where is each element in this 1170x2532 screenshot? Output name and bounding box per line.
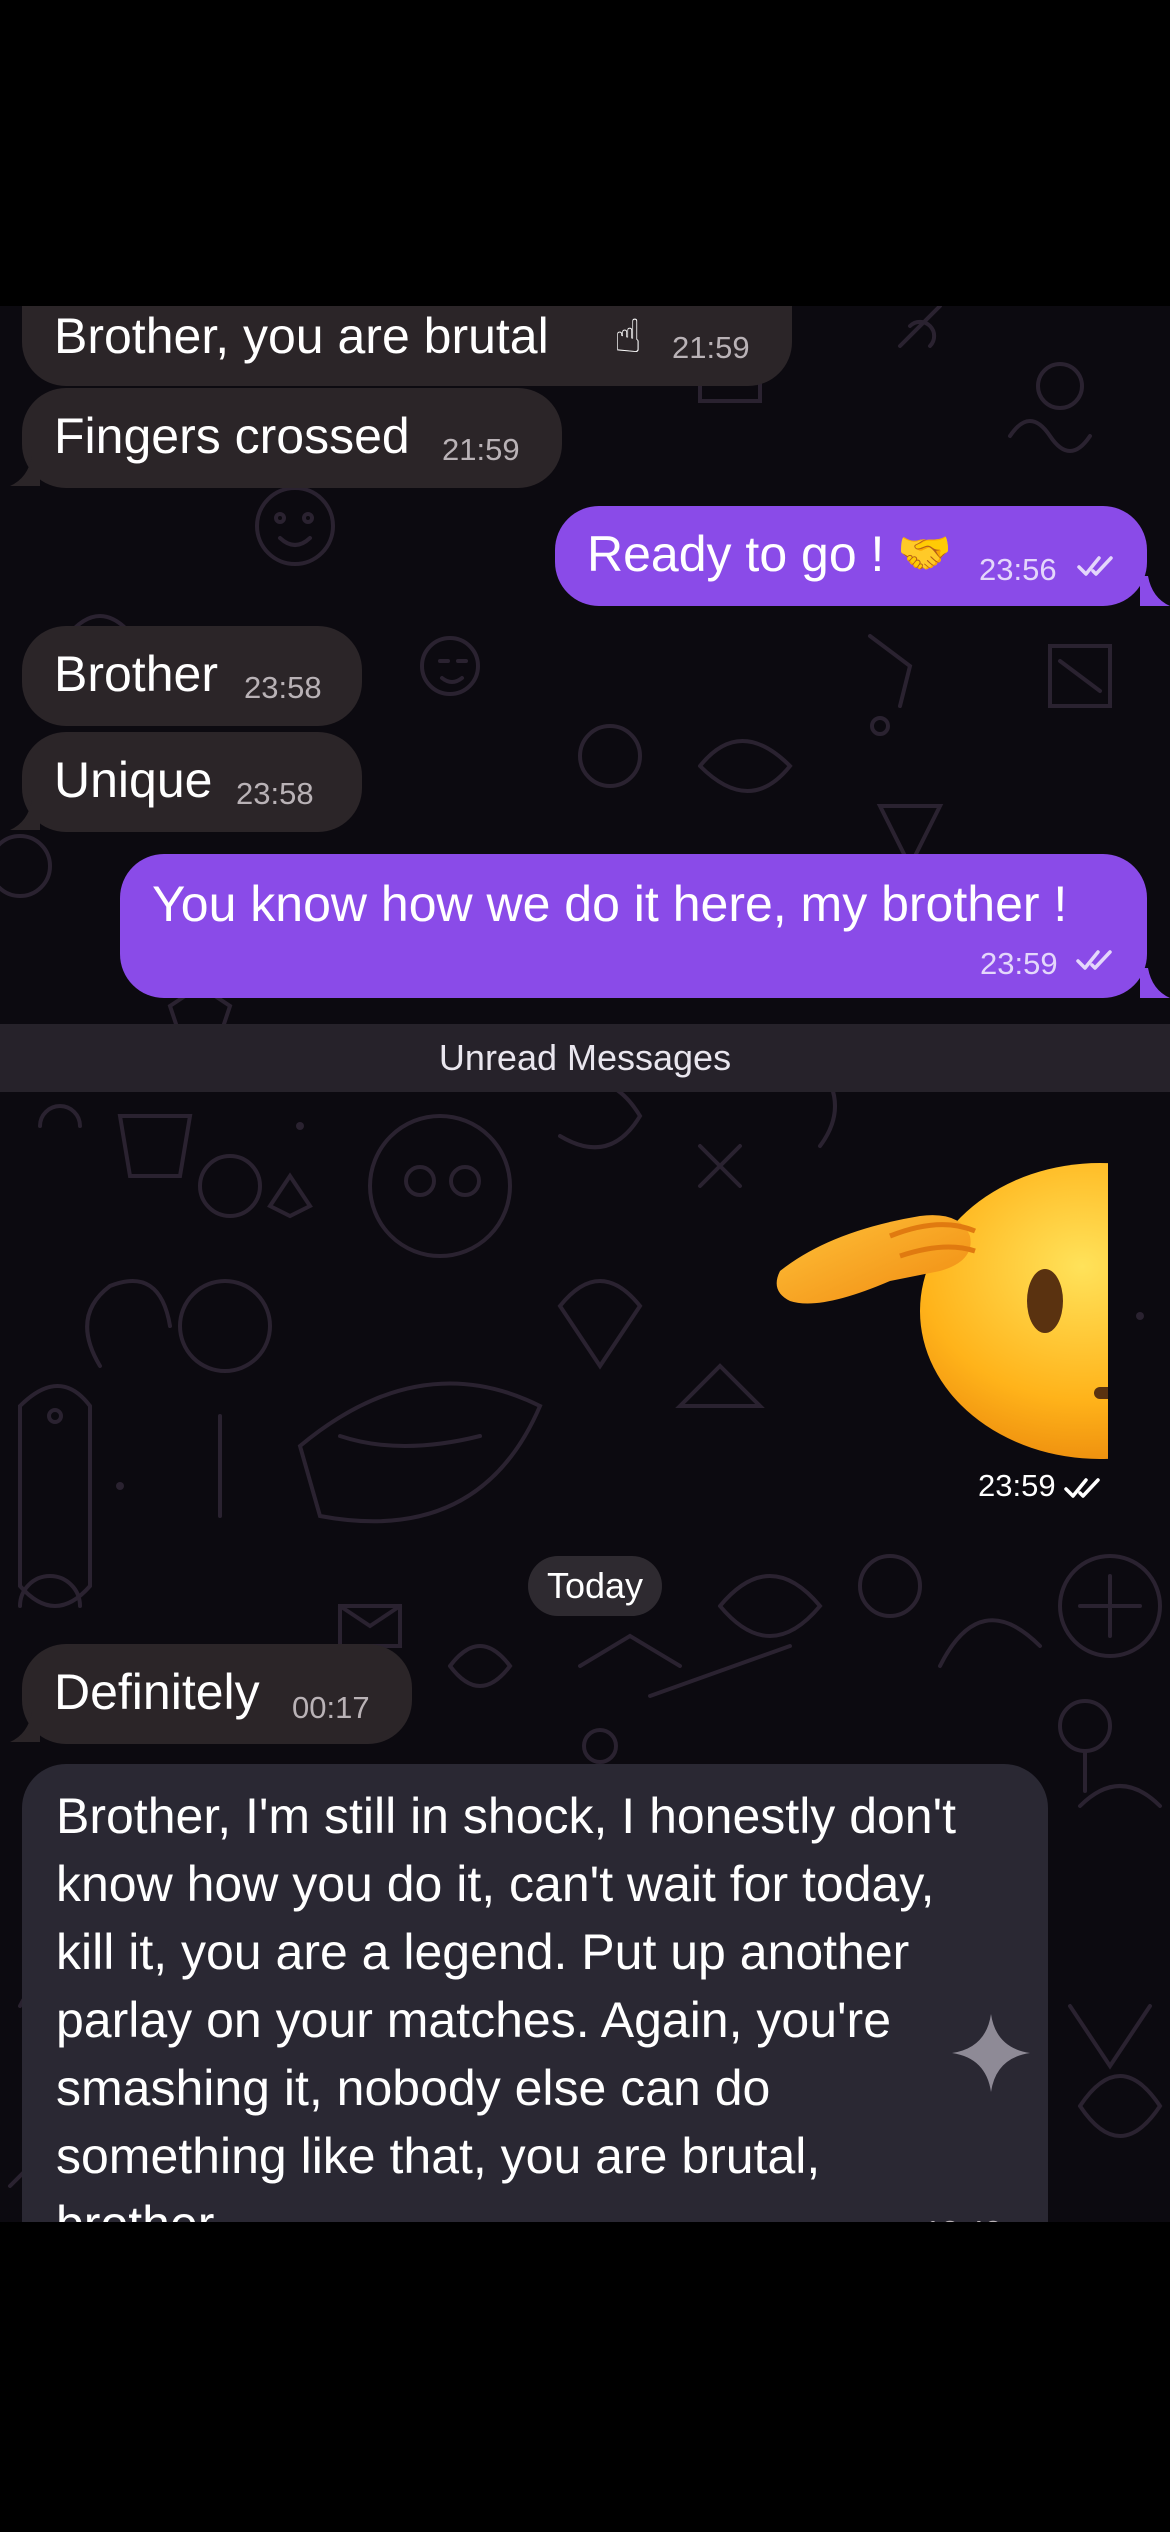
double-check-icon: [1076, 950, 1112, 970]
chat-area[interactable]: Brother, you are brutal ☝ 21:59 Fingers …: [0, 306, 1170, 2222]
message-text-line: something like that, you are brutal,: [56, 2128, 821, 2184]
message-text-line: kill it, you are a legend. Put up anothe…: [56, 1924, 910, 1980]
bubble-tail: [10, 1712, 40, 1742]
message-time: 23:59: [980, 946, 1058, 981]
unread-messages-divider: Unread Messages: [0, 1024, 1170, 1092]
message-time: 00:17: [292, 1690, 370, 1725]
message-text-line: know how you do it, can't wait for today…: [56, 1856, 935, 1912]
double-check-icon: [1064, 1478, 1100, 1498]
message-bubble-incoming[interactable]: Unique 23:58: [22, 732, 362, 832]
message-time: 23:59: [978, 1468, 1056, 1503]
bubble-tail: [10, 800, 40, 830]
message-time: 23:58: [236, 776, 314, 811]
message-bubble-incoming[interactable]: Brother, I'm still in shock, I honestly …: [22, 1764, 1048, 2222]
bubble-tail: [1140, 968, 1170, 998]
message-time: 21:59: [442, 432, 520, 467]
message-text-line: brother: [56, 2190, 214, 2222]
message-text-line: parlay on your matches. Again, you're: [56, 1992, 892, 2048]
saluting-face-sticker[interactable]: [770, 1161, 1110, 1461]
message-text: Unique: [54, 752, 213, 808]
bottom-black-margin: [0, 2222, 1170, 2532]
message-bubble-incoming[interactable]: Fingers crossed 21:59: [22, 388, 562, 488]
top-black-margin: [0, 0, 1170, 306]
message-emoji: 🤝: [897, 529, 952, 578]
message-bubble-outgoing[interactable]: Ready to go ! 🤝 23:56: [555, 506, 1147, 606]
message-text: You know how we do it here, my brother !: [152, 876, 1068, 932]
message-bubble-incoming[interactable]: Brother, you are brutal ☝ 21:59: [22, 306, 792, 386]
bubble-tail: [1140, 576, 1170, 606]
message-text-line: smashing it, nobody else can do: [56, 2060, 771, 2116]
message-text: Fingers crossed: [54, 408, 410, 464]
date-separator: Today: [528, 1556, 662, 1616]
message-emoji: ☝: [614, 310, 643, 362]
message-text: Brother: [54, 646, 218, 702]
message-bubble-incoming[interactable]: Brother 23:58: [22, 626, 362, 726]
message-time: 23:56: [979, 552, 1057, 587]
message-text: Definitely: [54, 1664, 260, 1720]
message-time: 23:58: [244, 670, 322, 705]
message-text: Brother, you are brutal: [54, 308, 549, 364]
bubble-tail: [10, 456, 40, 486]
message-time: 21:59: [672, 330, 750, 365]
message-text: Ready to go !: [587, 526, 885, 582]
message-text-line: Brother, I'm still in shock, I honestly …: [56, 1788, 957, 1844]
message-bubble-incoming[interactable]: Definitely 00:17: [22, 1644, 412, 1744]
sticker-time-row: 23:59: [978, 1468, 1106, 1504]
message-bubble-outgoing[interactable]: You know how we do it here, my brother !…: [120, 854, 1147, 998]
message-time: 12:42: [924, 2214, 1002, 2222]
double-check-icon: [1077, 556, 1113, 576]
sparkle-icon: [952, 2014, 1030, 2092]
